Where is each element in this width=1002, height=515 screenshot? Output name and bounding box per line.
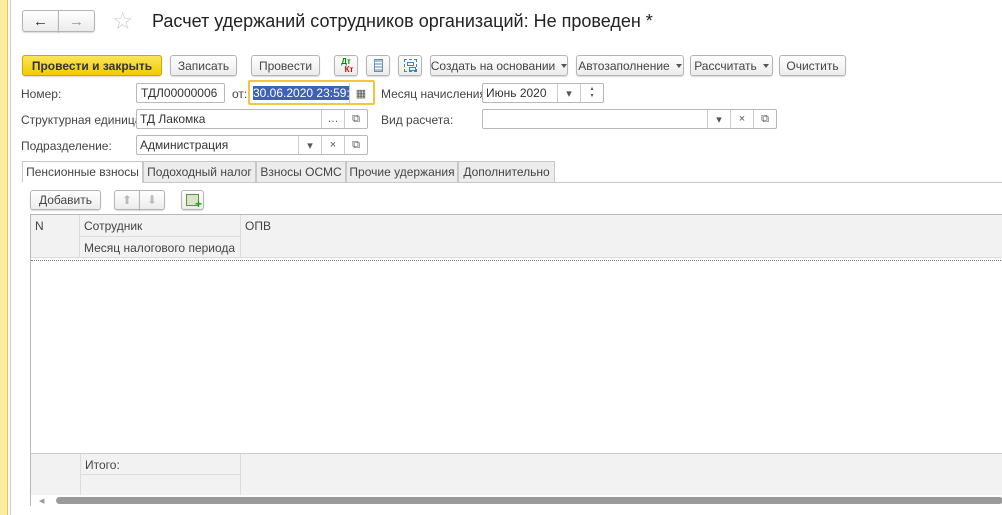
- calc-type-label: Вид расчета:: [381, 113, 454, 127]
- dropdown-icon[interactable]: ▾: [707, 110, 730, 128]
- unit-input[interactable]: ТД Лакомка … ⧉: [136, 109, 368, 129]
- left-panel-strip: [0, 0, 8, 515]
- select-ellipsis-icon[interactable]: …: [321, 110, 344, 128]
- clear-icon[interactable]: ×: [730, 110, 753, 128]
- tab-other-deductions[interactable]: Прочие удержания: [346, 161, 458, 183]
- post-and-close-button[interactable]: Провести и закрыть: [22, 55, 162, 76]
- back-button[interactable]: ←: [22, 10, 59, 32]
- column-header-opv[interactable]: ОПВ: [241, 215, 1002, 258]
- move-up-button[interactable]: ⬆: [114, 190, 140, 210]
- spin-icon[interactable]: ▴ ▾: [580, 84, 603, 102]
- chevron-down-icon: [561, 63, 568, 68]
- chevron-down-icon: [762, 63, 769, 68]
- clear-icon[interactable]: ×: [321, 136, 344, 154]
- number-input[interactable]: ТДЛ00000006: [136, 83, 225, 103]
- back-arrow-icon: ←: [33, 12, 48, 30]
- footer-total-label: Итого:: [80, 454, 241, 475]
- column-header-n[interactable]: N: [31, 215, 80, 258]
- structure-button[interactable]: [398, 55, 422, 76]
- arrow-up-icon: ⬆: [121, 193, 133, 207]
- open-icon[interactable]: ⧉: [753, 110, 776, 128]
- tab-income-tax[interactable]: Подоходный налог: [143, 161, 256, 183]
- save-button[interactable]: Записать: [170, 55, 237, 76]
- open-icon[interactable]: ⧉: [344, 136, 367, 154]
- date-label: от:: [232, 87, 248, 101]
- scroll-left-icon[interactable]: ◀: [39, 497, 44, 505]
- unit-label: Структурная единица:: [21, 113, 145, 127]
- calendar-icon[interactable]: ▦: [349, 83, 372, 103]
- list-button[interactable]: [366, 55, 390, 76]
- forward-arrow-icon: →: [69, 12, 84, 30]
- divider: [10, 0, 11, 515]
- dropdown-icon[interactable]: ▾: [298, 136, 321, 154]
- tab-additional[interactable]: Дополнительно: [458, 161, 555, 183]
- arrow-down-icon: ⬇: [146, 193, 158, 207]
- scrollbar-thumb[interactable]: [56, 497, 1002, 504]
- row-separator: [31, 260, 1002, 261]
- chevron-down-icon: [675, 63, 682, 68]
- post-button[interactable]: Провести: [251, 55, 320, 76]
- column-header-tax-month[interactable]: Месяц налогового периода: [80, 237, 241, 258]
- date-value: 30.06.2020 23:59:59: [253, 86, 349, 100]
- number-value: ТДЛ00000006: [141, 86, 218, 100]
- star-icon[interactable]: ☆: [112, 7, 134, 36]
- data-table[interactable]: N Сотрудник Месяц налогового периода ОПВ…: [30, 214, 1002, 506]
- dept-input[interactable]: Администрация ▾ × ⧉: [136, 135, 368, 155]
- autofill-button[interactable]: Автозаполнение: [576, 55, 684, 76]
- dept-label: Подразделение:: [21, 139, 112, 153]
- list-icon: [373, 59, 383, 72]
- tab-osms[interactable]: Взносы ОСМС: [256, 161, 346, 183]
- table-add-icon: +: [186, 194, 202, 210]
- add-button[interactable]: Добавить: [30, 190, 101, 210]
- date-input[interactable]: 30.06.2020 23:59:59▦: [251, 83, 372, 103]
- fill-table-button[interactable]: +: [181, 190, 204, 210]
- month-value: Июнь 2020: [486, 86, 547, 100]
- calculate-label: Рассчитать: [694, 58, 757, 73]
- number-label: Номер:: [21, 87, 62, 101]
- column-header-employee[interactable]: Сотрудник: [80, 215, 241, 237]
- calculate-button[interactable]: Рассчитать: [690, 55, 773, 76]
- tab-pension[interactable]: Пенсионные взносы: [22, 161, 143, 183]
- structure-icon: [403, 59, 417, 72]
- dt-kt-button[interactable]: Дт Кт: [334, 55, 358, 76]
- create-based-on-label: Создать на основании: [430, 58, 556, 73]
- clear-button[interactable]: Очистить: [779, 55, 846, 76]
- autofill-label: Автозаполнение: [578, 58, 670, 73]
- footer-cell: [80, 475, 241, 496]
- month-input[interactable]: Июнь 2020 ▾ ▴ ▾: [482, 83, 604, 103]
- unit-value: ТД Лакомка: [140, 112, 206, 126]
- dropdown-icon[interactable]: ▾: [557, 84, 580, 102]
- table-footer: Итого:: [31, 453, 1002, 496]
- open-icon[interactable]: ⧉: [344, 110, 367, 128]
- horizontal-scrollbar[interactable]: ◀: [31, 495, 1002, 506]
- calc-type-input[interactable]: ▾ × ⧉: [482, 109, 777, 129]
- page-title: Расчет удержаний сотрудников организаций…: [152, 11, 653, 31]
- dept-value: Администрация: [140, 138, 229, 152]
- kt-icon: Кт: [344, 64, 354, 74]
- create-based-on-button[interactable]: Создать на основании: [430, 55, 568, 76]
- forward-button[interactable]: →: [58, 10, 95, 32]
- move-down-button[interactable]: ⬇: [139, 190, 165, 210]
- month-label: Месяц начисления:: [381, 87, 490, 101]
